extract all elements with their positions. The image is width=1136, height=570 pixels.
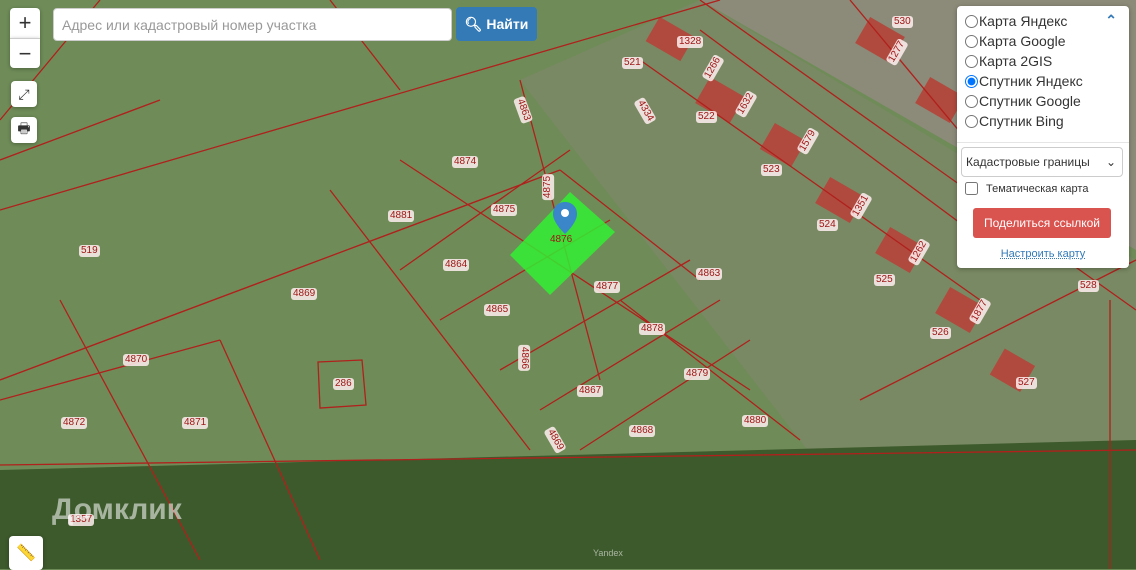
selected-parcel-label: 4876 [550,234,573,245]
layer-option-label: Карта 2GIS [979,53,1053,69]
parcel-number-label[interactable]: 4871 [182,417,209,429]
thematic-checkbox[interactable] [965,182,978,195]
collapse-chevron-icon[interactable]: ⌃ [1105,12,1117,29]
layer-option-label: Карта Яндекс [979,13,1068,29]
parcel-number-label[interactable]: 1328 [677,36,704,48]
parcel-number-label[interactable]: 522 [696,111,717,123]
parcel-number-label[interactable]: 4877 [594,281,621,293]
layer-option-label: Карта Google [979,33,1066,49]
layer-option[interactable]: Спутник Яндекс [957,71,1129,91]
layer-option[interactable]: Карта 2GIS [957,51,1129,71]
layers-panel: Карта Яндекс Карта Google Карта 2GIS Спутни… [957,6,1129,268]
search-button[interactable]: 🔍︎ Найти [456,7,537,41]
layer-radio[interactable] [965,94,978,108]
layer-radio[interactable] [965,14,978,28]
zoom-in-button[interactable]: + [10,8,40,38]
search-input[interactable] [53,8,452,41]
layer-option[interactable]: Карта Яндекс [957,11,1129,31]
overlay-select-value: Кадастровые границы [966,155,1090,169]
overlay-select[interactable]: Кадастровые границы ⌄ [961,147,1123,177]
parcel-number-label[interactable]: 521 [622,57,643,69]
ruler-icon: 📏 [16,545,36,562]
parcel-number-label[interactable]: 4875 [542,173,555,201]
print-button[interactable]: 🖶 [11,117,37,143]
chevron-down-icon: ⌄ [1105,155,1116,169]
layer-radio[interactable] [965,114,978,128]
parcel-number-label[interactable]: 4875 [491,204,518,216]
configure-map-link[interactable]: Настроить карту [957,248,1129,260]
parcel-number-label[interactable]: 4864 [443,259,470,271]
layer-radio[interactable] [965,74,978,88]
parcel-number-label[interactable]: 4880 [742,415,769,427]
share-link-button[interactable]: Поделиться ссылкой [973,208,1111,238]
parcel-number-label[interactable]: 530 [892,16,913,28]
parcel-number-label[interactable]: 4865 [484,304,511,316]
parcel-number-label[interactable]: 524 [817,219,838,231]
thematic-map-checkbox[interactable]: Тематическая карта [965,182,1088,195]
parcel-number-label[interactable]: 4870 [123,354,150,366]
parcel-number-label[interactable]: 4872 [61,417,88,429]
parcel-number-label[interactable]: 4878 [639,323,666,335]
ruler-button[interactable]: 📏 [9,536,43,570]
layer-option[interactable]: Спутник Bing [957,111,1129,131]
layer-option-label: Спутник Яндекс [979,73,1083,89]
layer-option[interactable]: Спутник Google [957,91,1129,111]
parcel-number-label[interactable]: 527 [1016,377,1037,389]
layer-radio[interactable] [965,54,978,68]
parcel-number-label[interactable]: 528 [1078,280,1099,292]
parcel-number-label[interactable]: 4863 [696,268,723,280]
parcel-number-label[interactable]: 4867 [577,385,604,397]
parcel-number-label[interactable]: 286 [333,378,354,390]
yandex-watermark: Yandex [593,548,623,558]
domclick-watermark: Домклик [52,493,182,526]
layer-radio[interactable] [965,34,978,48]
parcel-number-label[interactable]: 4869 [291,288,318,300]
parcel-number-label[interactable]: 526 [930,327,951,339]
parcel-number-label[interactable]: 4874 [452,156,479,168]
layer-option-label: Спутник Google [979,93,1081,109]
parcel-number-label[interactable]: 4879 [684,368,711,380]
layer-option-label: Спутник Bing [979,113,1064,129]
print-icon: 🖶 [17,120,31,136]
parcel-number-label[interactable]: 523 [761,164,782,176]
parcel-number-label[interactable]: 525 [874,274,895,286]
map-marker-icon[interactable] [553,202,577,234]
parcel-number-label[interactable]: 4881 [388,210,415,222]
fullscreen-button[interactable]: ⤢ [11,81,37,107]
parcel-number-label[interactable]: 4868 [629,425,656,437]
thematic-label: Тематическая карта [986,182,1089,195]
zoom-out-button[interactable]: − [10,38,40,68]
parcel-number-label[interactable]: 519 [79,245,100,257]
search-icon: 🔍︎ [464,15,483,32]
expand-icon: ⤢ [18,85,30,102]
search-button-label: Найти [486,16,529,32]
layer-option[interactable]: Карта Google [957,31,1129,51]
parcel-number-label[interactable]: 4866 [518,344,531,372]
